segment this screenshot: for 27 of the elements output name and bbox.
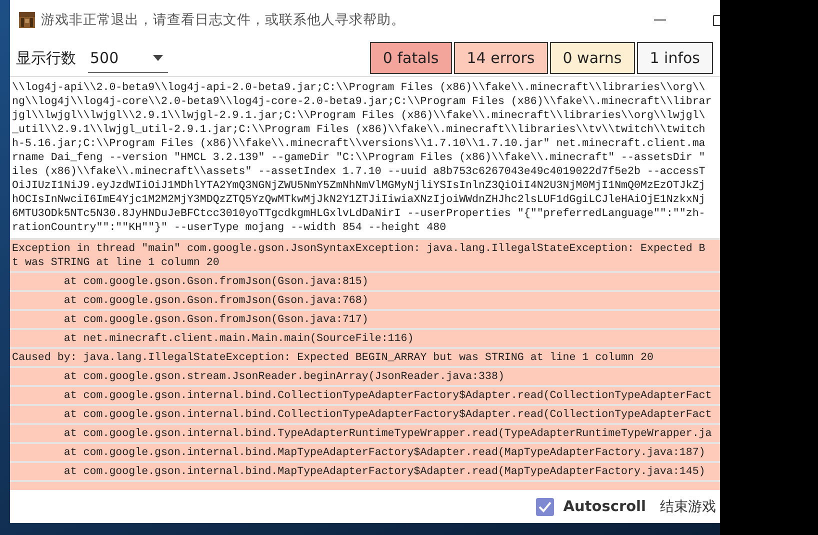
log-entry: Caused by: java.lang.IllegalStateException: Expected BEGIN_ARRAY but was STRING at line 1 column 20 <box>10 349 720 368</box>
minimize-icon[interactable] <box>654 19 666 21</box>
log-entry: at com.google.gson.internal.bind.CollectionTypeAdapterFactory$Adapter.read(CollectionTypeAdapterFact <box>10 387 720 406</box>
log-entry: at com.google.gson.Gson.fromJson(Gson.java:768) <box>10 292 720 311</box>
autoscroll-label: Autoscroll <box>563 498 646 514</box>
log-entry: at com.google.gson.Gson.fromJson(Gson.java:717) <box>10 311 720 330</box>
window-title: 游戏非正常退出，请查看日志文件，或联系他人寻求帮助。 <box>41 11 406 29</box>
log-entry: at com.google.gson.Gson.fromJson(Gson.java:815) <box>10 273 720 292</box>
log-entry: at com.google.gson.internal.bind.MapTypeAdapterFactory$Adapter.read(MapTypeAdapterFactory.java:145) <box>10 463 720 482</box>
log-entry: \\log4j-api\\2.0-beta9\\log4j-api-2.0-beta9.jar;C:\\Program Files (x86)\\fake\\.minecraft\\libraries\\org\\ ng\\log4j\\log4j-core\\2.0-beta9\\log4j-core-2.0-beta9.jar;C:\\Program Files (x86)\\fake\\.minecraft\\librar jgl\\lwjgl\\lwjgl\\2.9.1\\lwjgl-2.9.1.jar;C:\\Program Files (x86)\\fake\\.minecraft\\libraries\\org\\lwjgl\ _util\\2.9.1\\lwjgl_util-2.9.1.jar;C:\\Program Files (x86)\\fake\\.minecraft\\libraries\\tv\\twitch\\twitch h-5.16.jar;C:\\Program Files (x86)\\fake\\.minecraft\\versions\\1.7.10\\1.7.10.jar" net.minecraft.client.ma rname Dai_feng --version "HMCL 3.2.139" --gameDir "C:\\Program Files (x86)\\fake\\.minecraft" --assetsDir " iles (x86)\\fake\\.minecraft\\assets" --assetIndex 1.7.10 --uuid a8b753c6267043e49c4019022d7f5e2b --accessT OiJIUzI1NiJ9.eyJzdWIiOiJ1MDhlYTA2YmQ3NGNjZWU5NmY5ZmNhNmVlMGMyNjliYSIsInlnZ3QiOiI4N2U3NjM0MjI1NmQ0MzEzOTJkZj hOCIsInNwciI6ImE4Yjc1M2M2MjY3MDQzZTQ5YzQwMTkwMjJkN2Y1ZTJiIiwiaXNzIjoiWWdnZHJhc2lsLUF1dGgiLCJleHAiOjE1NzkxNj 6MTU3ODk5NTc5N30.8JyHNDuJeBFCtcc3010yoTTgcdkgmHLGxlvLdDaNirI --userProperties "{""preferredLanguage"":""zh- rationCountry"":""KH""}" --userType mojang --width 854 --height 480 <box>10 81 720 240</box>
lines-label: 显示行数 <box>16 48 76 68</box>
log-entry: at com.google.gson.internal.bind.CollectionTypeAdapterFactory$Adapter.read(CollectionTypeAdapterFact <box>10 406 720 425</box>
log-filter-button[interactable]: 14 errors <box>454 42 548 74</box>
autoscroll-checkbox[interactable] <box>536 498 554 516</box>
maximize-icon[interactable] <box>713 14 720 26</box>
end-game-button[interactable]: 结束游戏 <box>660 498 720 516</box>
log-entry: at com.google.gson.internal.bind.TypeAdapterRuntimeTypeWrapper.read(TypeAdapterRuntimeTypeWrapper.ja <box>10 425 720 444</box>
log-filter-button[interactable]: 0 fatals <box>370 42 452 74</box>
log-entry: at net.minecraft.client.main.Main.main(SourceFile:116) <box>10 330 720 349</box>
caret-icon <box>153 54 163 60</box>
lines-dropdown[interactable]: 500 <box>88 43 168 73</box>
log-filter-button[interactable]: 1 infos <box>636 42 713 74</box>
log-entry: Exception in thread "main" com.google.gson.JsonSyntaxException: java.lang.IllegalStateException: Expected B t was STRING at line 1 column 20 <box>10 240 720 273</box>
log-filter-button[interactable]: 0 warns <box>550 42 635 74</box>
log-entry: at com.google.gson.stream.JsonReader.beginArray(JsonReader.java:338) <box>10 368 720 387</box>
log-entry: at com.google.gson.internal.bind.MapTypeAdapterFactory$Adapter.read(MapTypeAdapterFactory.java:187) <box>10 444 720 463</box>
crafting-table-icon <box>18 11 36 29</box>
